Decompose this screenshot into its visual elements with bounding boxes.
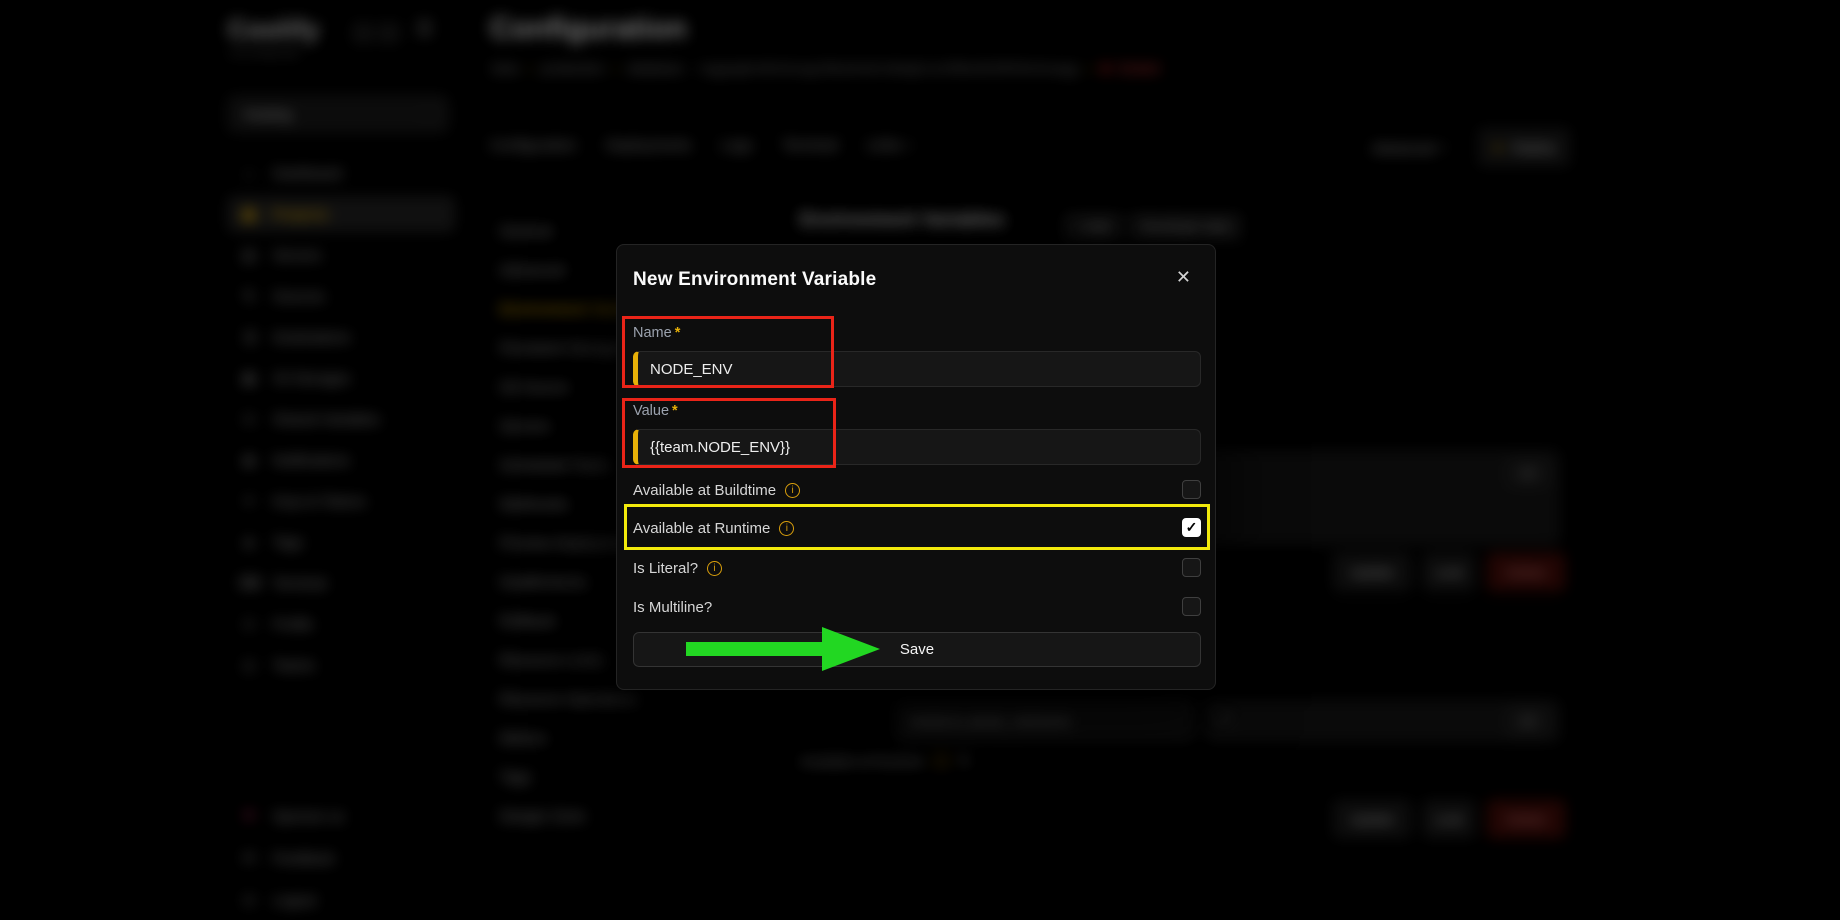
available-buildtime-checkbox[interactable]	[1182, 480, 1201, 499]
app-window: Coolify v4.0.0-beta.323 ○ / ☰ / ⌂Dashboa…	[0, 0, 1840, 920]
annotation-yellow-box-runtime-row	[624, 504, 1210, 550]
info-icon[interactable]	[785, 483, 800, 498]
close-icon[interactable]: ✕	[1170, 267, 1197, 287]
annotation-red-box-value-field	[622, 398, 836, 468]
is-literal-checkbox[interactable]	[1182, 558, 1201, 577]
available-buildtime-label: Available at Buildtime	[633, 478, 800, 502]
annotation-red-box-name-field	[622, 316, 834, 388]
is-literal-label: Is Literal?	[633, 556, 722, 580]
is-multiline-label: Is Multiline?	[633, 595, 712, 619]
modal-title: New Environment Variable	[633, 269, 876, 291]
is-multiline-checkbox[interactable]	[1182, 597, 1201, 616]
info-icon[interactable]	[707, 561, 722, 576]
save-button[interactable]: Save	[633, 632, 1201, 667]
